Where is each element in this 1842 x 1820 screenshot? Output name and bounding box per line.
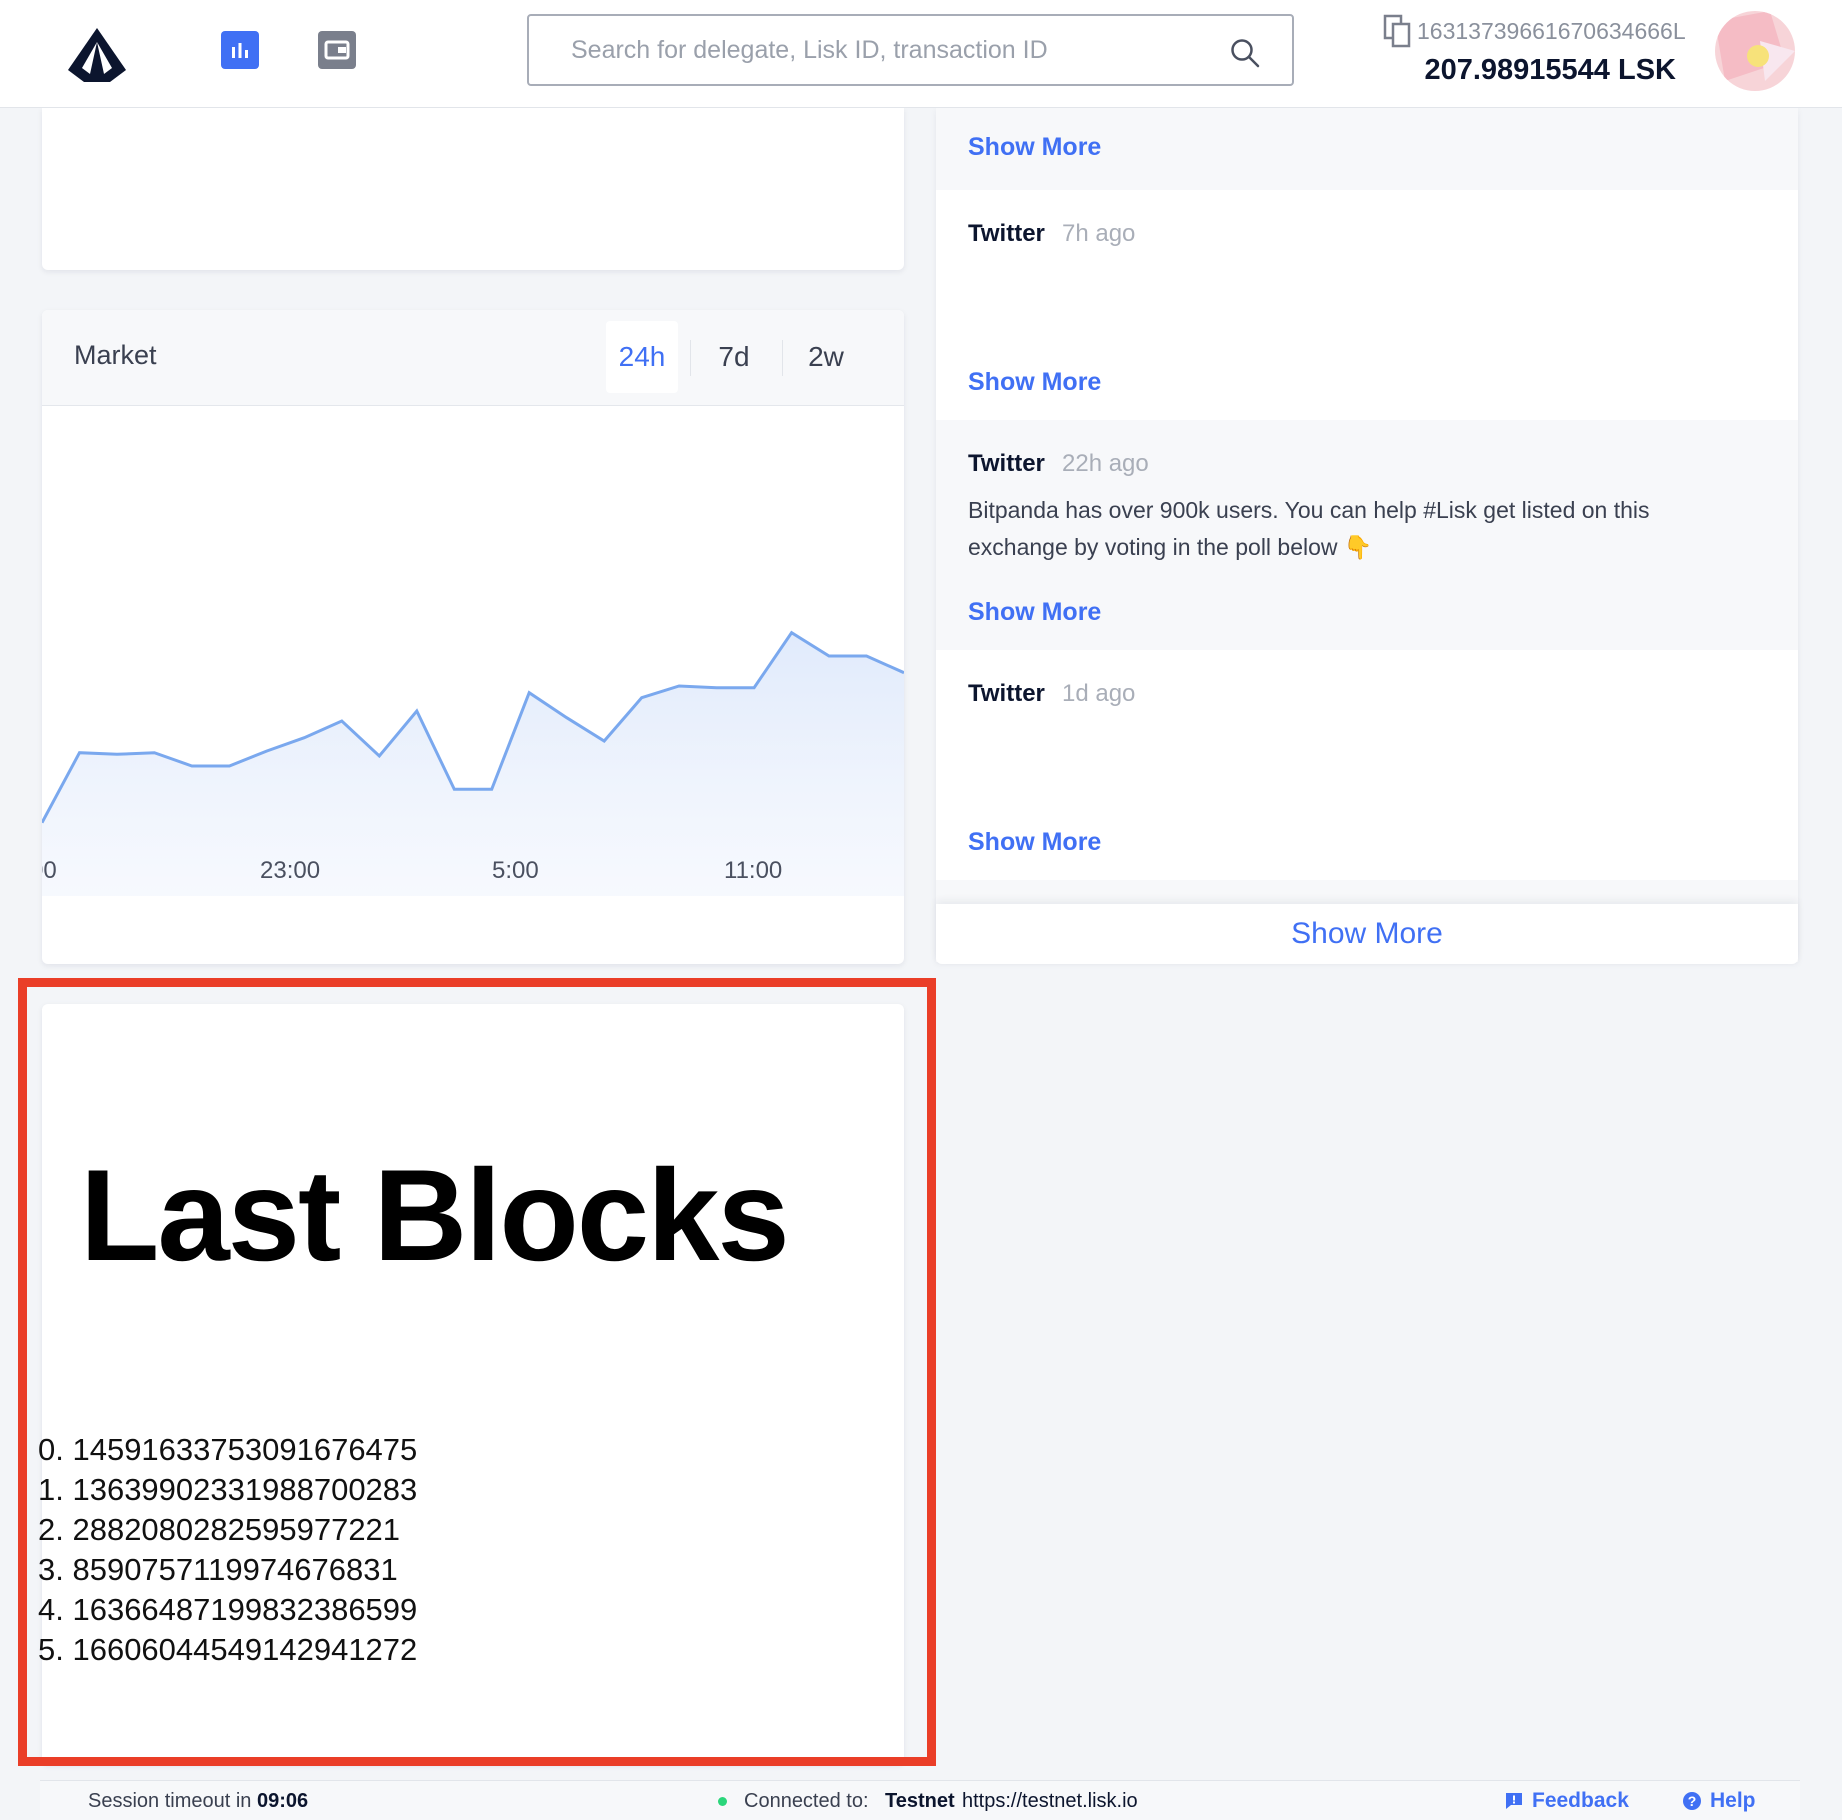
tab-2w[interactable]: 2w bbox=[790, 321, 862, 393]
top-bar: 16313739661670634666L 207.98915544 LSK bbox=[0, 0, 1842, 108]
avatar[interactable] bbox=[1715, 11, 1795, 91]
show-more-link[interactable]: Show More bbox=[968, 828, 1101, 857]
block-id-item[interactable]: 5. 16606044549142941272 bbox=[38, 1630, 417, 1670]
chart-x-tick-label: 00 bbox=[42, 857, 57, 884]
account-balance: 207.98915544 LSK bbox=[1424, 54, 1676, 86]
feed-time: 22h ago bbox=[1062, 450, 1149, 477]
last-blocks-list: 0. 14591633753091676475 1. 1363990233198… bbox=[38, 1430, 417, 1670]
overview-card bbox=[42, 108, 904, 270]
lisk-logo-icon[interactable] bbox=[66, 26, 128, 84]
feed-time: 1d ago bbox=[1062, 680, 1136, 707]
block-id-item[interactable]: 4. 16366487199832386599 bbox=[38, 1590, 417, 1630]
news-feed: Show More Twitter 7h ago Show More Twitt… bbox=[936, 70, 1798, 962]
session-timeout-label: Session timeout in bbox=[88, 1790, 252, 1812]
show-more-feed-button[interactable]: Show More bbox=[1291, 917, 1443, 951]
chart-x-tick-label: 23:00 bbox=[260, 857, 320, 884]
feed-item: Twitter 1d ago Show More bbox=[936, 650, 1798, 880]
feed-footer: Show More bbox=[936, 904, 1798, 964]
tab-24h[interactable]: 24h bbox=[606, 321, 678, 393]
last-blocks-title: Last Blocks bbox=[80, 1142, 790, 1288]
help-link[interactable]: ? Help bbox=[1682, 1789, 1756, 1813]
bar-chart-icon bbox=[232, 43, 248, 58]
feed-source: Twitter bbox=[968, 680, 1045, 707]
wallet-nav-button[interactable] bbox=[318, 31, 356, 69]
feed-time: 7h ago bbox=[1062, 220, 1136, 247]
feedback-link[interactable]: Feedback bbox=[1504, 1789, 1629, 1813]
account-address[interactable]: 16313739661670634666L bbox=[1383, 14, 1686, 48]
block-id-item[interactable]: 2. 2882080282595977221 bbox=[38, 1510, 417, 1550]
show-more-link[interactable]: Show More bbox=[968, 133, 1101, 162]
account-address-text: 16313739661670634666L bbox=[1417, 17, 1686, 44]
connected-label: Connected to: bbox=[744, 1790, 869, 1812]
market-header: Market 24h 7d 2w bbox=[42, 310, 904, 406]
feed-text: Bitpanda has over 900k users. You can he… bbox=[968, 497, 1650, 560]
chart-x-tick-label: 11:00 bbox=[724, 857, 782, 884]
feedback-label: Feedback bbox=[1532, 1789, 1629, 1812]
market-price-chart[interactable]: 00 23:00 5:00 11:00 bbox=[42, 406, 904, 926]
feedback-icon bbox=[1506, 1793, 1522, 1809]
network-url: https://testnet.lisk.io bbox=[962, 1790, 1138, 1812]
search-input[interactable] bbox=[571, 16, 1211, 84]
tab-divider bbox=[690, 340, 691, 376]
tab-divider bbox=[782, 340, 783, 376]
show-more-link[interactable]: Show More bbox=[968, 368, 1101, 397]
wallet-icon bbox=[324, 40, 350, 60]
feed-item: Twitter 22h ago Bitpanda has over 900k u… bbox=[936, 420, 1798, 650]
connection-status-dot-icon bbox=[718, 1797, 727, 1806]
avatar-pattern-icon bbox=[1715, 11, 1795, 81]
market-card: Market 24h 7d 2w 00 23:00 5:00 11:00 bbox=[42, 310, 904, 964]
market-title: Market bbox=[74, 340, 157, 370]
network-name: Testnet bbox=[885, 1790, 955, 1812]
feed-source: Twitter bbox=[968, 450, 1045, 477]
block-id-item[interactable]: 3. 8590757119974676831 bbox=[38, 1550, 417, 1590]
search-icon[interactable] bbox=[1230, 38, 1260, 68]
help-label: Help bbox=[1710, 1789, 1756, 1812]
feed-item: Twitter 7h ago Show More bbox=[936, 190, 1798, 420]
session-timeout: Session timeout in 09:06 bbox=[88, 1790, 308, 1813]
block-id-item[interactable]: 1. 13639902331988700283 bbox=[38, 1470, 417, 1510]
svg-text:?: ? bbox=[1688, 1793, 1697, 1809]
tab-7d[interactable]: 7d bbox=[698, 321, 770, 393]
dashboard-nav-button[interactable] bbox=[221, 31, 259, 69]
feed-source: Twitter bbox=[968, 220, 1045, 247]
search-box[interactable] bbox=[527, 14, 1294, 86]
block-id-item[interactable]: 0. 14591633753091676475 bbox=[38, 1430, 417, 1470]
copy-icon[interactable] bbox=[1383, 14, 1411, 48]
status-bar: Session timeout in 09:06 Connected to: T… bbox=[40, 1780, 1800, 1820]
session-timeout-value: 09:06 bbox=[256, 1790, 309, 1812]
chart-x-tick-label: 5:00 bbox=[492, 857, 539, 884]
help-icon: ? bbox=[1683, 1792, 1701, 1810]
show-more-link[interactable]: Show More bbox=[968, 598, 1101, 627]
